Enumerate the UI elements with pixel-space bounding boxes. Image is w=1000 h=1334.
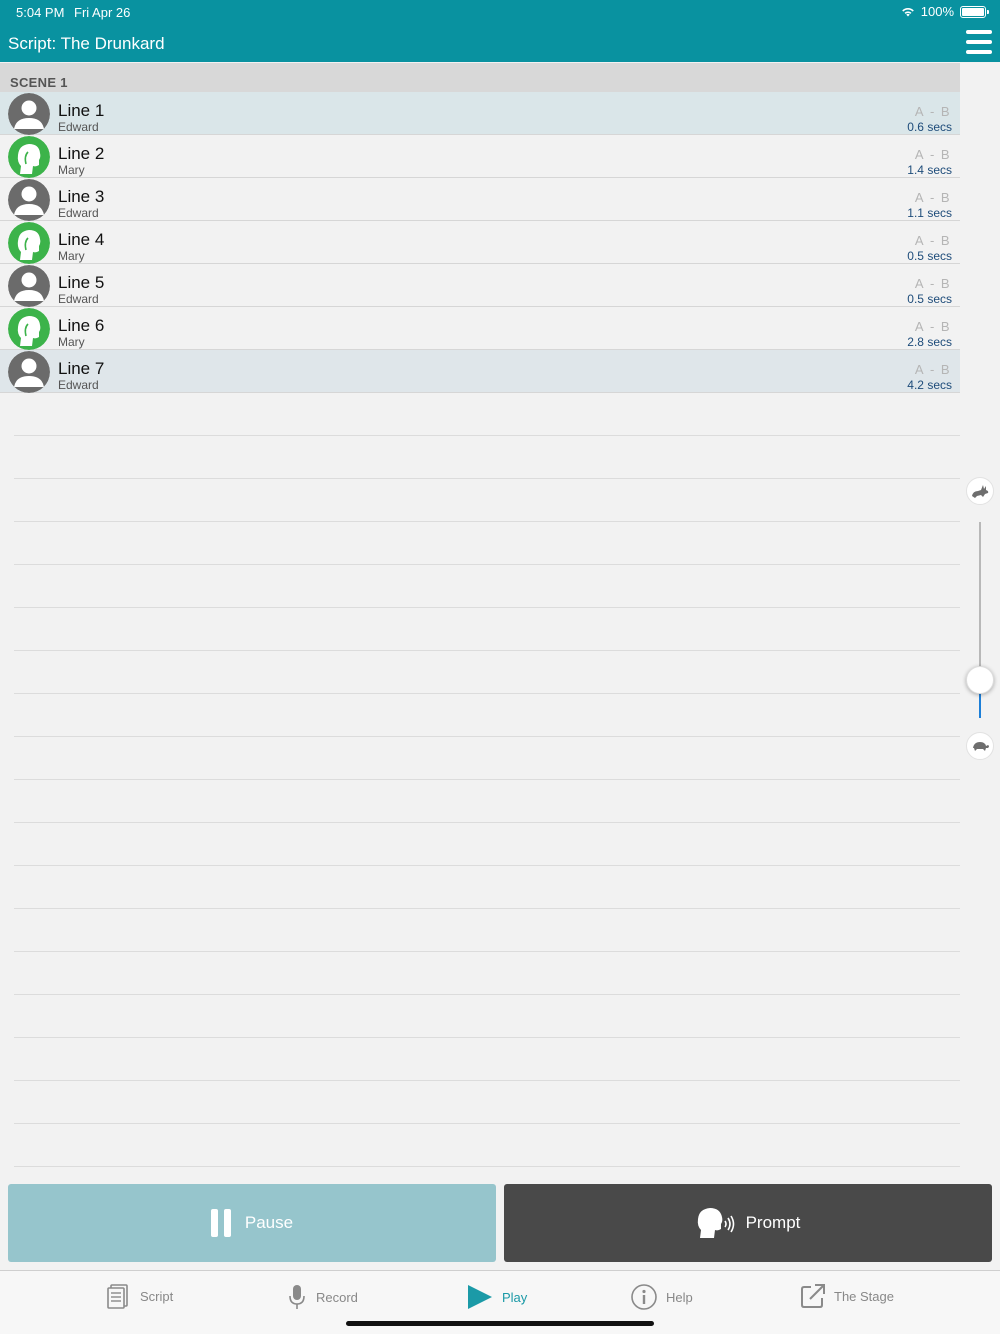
female-avatar-icon	[8, 222, 50, 264]
pause-icon	[210, 1209, 231, 1237]
tab-record[interactable]: Record	[286, 1283, 358, 1311]
female-avatar-icon	[8, 136, 50, 178]
line-duration: 0.6 secs	[907, 120, 952, 134]
speaking-head-icon	[697, 1208, 734, 1238]
line-row-5[interactable]: Line 5 Edward A-B 0.5 secs	[0, 264, 960, 307]
empty-list-area	[14, 435, 960, 1209]
male-avatar-icon	[8, 179, 50, 221]
line-title: Line 6	[58, 316, 105, 335]
microphone-icon	[289, 1285, 305, 1309]
line-row-4[interactable]: Line 4 Mary A-B 0.5 secs	[0, 221, 960, 264]
prompt-button[interactable]: Prompt	[504, 1184, 992, 1262]
pause-label: Pause	[244, 1213, 294, 1232]
tab-label: The Stage	[834, 1288, 894, 1304]
female-avatar-icon	[8, 308, 50, 350]
rabbit-icon[interactable]	[966, 477, 994, 505]
line-row-3[interactable]: Line 3 Edward A-B 1.1 secs	[0, 178, 960, 221]
prompt-label: Prompt	[745, 1213, 801, 1232]
line-duration: 2.8 secs	[907, 335, 952, 349]
line-actor: Mary	[58, 249, 85, 263]
scene-header: SCENE 1	[0, 63, 960, 92]
page-title: Script: The Drunkard	[8, 34, 165, 53]
line-title: Line 5	[58, 273, 105, 292]
pause-button[interactable]: Pause	[8, 1184, 496, 1262]
line-actor: Edward	[58, 378, 99, 392]
script-icon	[107, 1284, 128, 1309]
wifi-icon	[901, 7, 914, 16]
home-indicator	[346, 1321, 654, 1326]
line-title: Line 4	[58, 230, 105, 249]
tab-label: Help	[666, 1289, 693, 1305]
ab-loop-markers[interactable]: A-B	[915, 276, 950, 291]
line-title: Line 3	[58, 187, 105, 206]
status-time: 5:04 PM	[16, 5, 65, 20]
male-avatar-icon	[8, 265, 50, 307]
speed-slider-thumb[interactable]	[966, 666, 994, 694]
line-actor: Edward	[58, 292, 99, 306]
ab-loop-markers[interactable]: A-B	[915, 362, 950, 377]
tab-play[interactable]: Play	[466, 1283, 527, 1311]
line-duration: 0.5 secs	[907, 292, 952, 306]
line-duration: 0.5 secs	[907, 249, 952, 263]
battery-percent: 100%	[920, 4, 954, 19]
line-duration: 4.2 secs	[907, 378, 952, 392]
ab-loop-markers[interactable]: A-B	[915, 319, 950, 334]
line-row-7[interactable]: Line 7 Edward A-B 4.2 secs	[0, 350, 960, 393]
line-actor: Mary	[58, 163, 85, 177]
tab-label: Script	[140, 1288, 174, 1304]
tab-the-stage[interactable]: The Stage	[800, 1283, 894, 1309]
turtle-icon[interactable]	[966, 732, 994, 760]
ab-loop-markers[interactable]: A-B	[915, 190, 950, 205]
battery-icon	[960, 5, 989, 18]
info-icon	[631, 1284, 657, 1310]
line-row-6[interactable]: Line 6 Mary A-B 2.8 secs	[0, 307, 960, 350]
line-duration: 1.1 secs	[907, 206, 952, 220]
top-bar: 5:04 PM Fri Apr 26 100% Script: The Drun…	[0, 0, 1000, 62]
line-actor: Edward	[58, 206, 99, 220]
line-title: Line 2	[58, 144, 105, 163]
status-date: Fri Apr 26	[74, 5, 131, 20]
tab-label: Play	[502, 1289, 528, 1305]
line-title: Line 1	[58, 101, 105, 120]
tab-label: Record	[316, 1289, 358, 1305]
tab-help[interactable]: Help	[630, 1283, 693, 1311]
status-right: 100%	[901, 4, 989, 19]
line-actor: Edward	[58, 120, 99, 134]
line-actor: Mary	[58, 335, 85, 349]
male-avatar-icon	[8, 93, 50, 135]
play-icon	[468, 1285, 492, 1309]
tab-script[interactable]: Script	[106, 1283, 173, 1309]
male-avatar-icon	[8, 351, 50, 393]
line-duration: 1.4 secs	[907, 163, 952, 177]
script-line-list: SCENE 1 Line 1 Edward A-B 0.6 secs Line …	[0, 63, 960, 393]
ab-loop-markers[interactable]: A-B	[915, 233, 950, 248]
share-icon	[801, 1284, 825, 1308]
ab-loop-markers[interactable]: A-B	[915, 147, 950, 162]
line-row-2[interactable]: Line 2 Mary A-B 1.4 secs	[0, 135, 960, 178]
line-title: Line 7	[58, 359, 105, 378]
hamburger-menu-icon[interactable]	[966, 30, 992, 54]
line-row-1[interactable]: Line 1 Edward A-B 0.6 secs	[0, 92, 960, 135]
ab-loop-markers[interactable]: A-B	[915, 104, 950, 119]
speed-slider-track[interactable]	[979, 522, 981, 680]
